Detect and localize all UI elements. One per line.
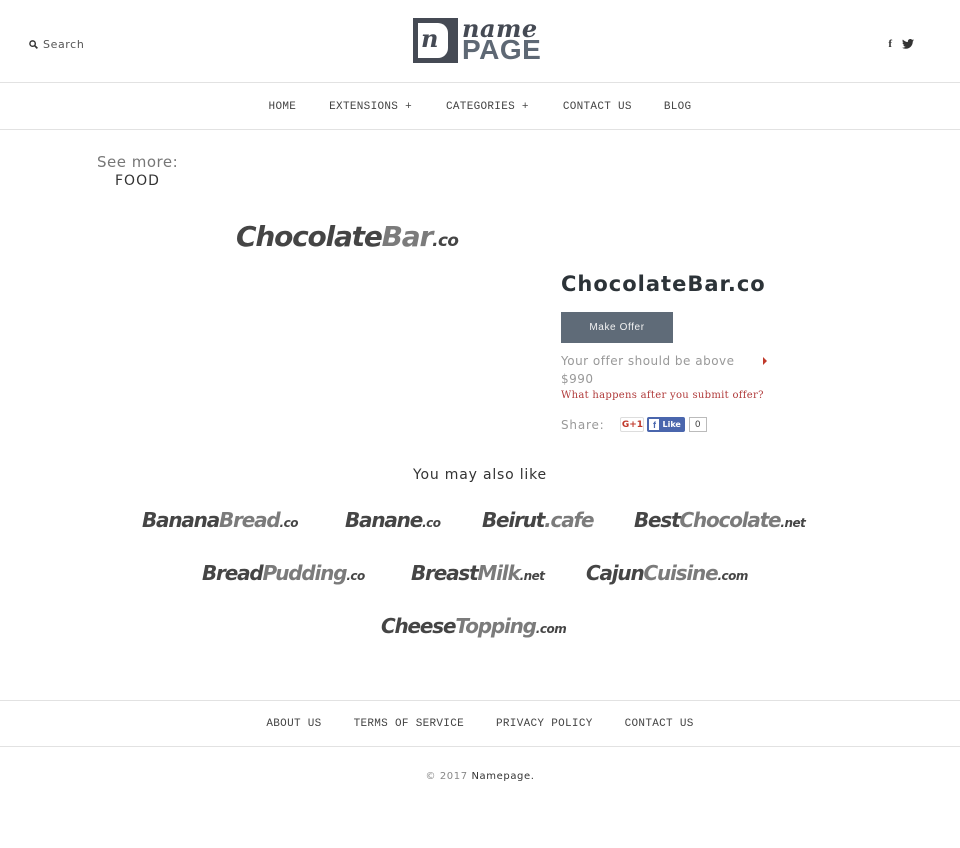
nav-categories[interactable]: CATEGORIES +: [446, 101, 529, 113]
site-logo[interactable]: n name PAGE: [413, 14, 549, 65]
suggested-domain-bestchocolate[interactable]: BestChocolate.net: [634, 508, 806, 532]
nav-home[interactable]: HOME: [269, 101, 297, 113]
caret-right-icon[interactable]: [763, 357, 767, 365]
search-button[interactable]: Search: [29, 38, 84, 51]
suggested-domain-breastmilk[interactable]: BreastMilk.net: [411, 561, 545, 585]
suggested-domain-cheesetopping[interactable]: CheeseTopping.com: [381, 614, 567, 638]
facebook-icon[interactable]: f: [888, 38, 892, 50]
share-label: Share:: [561, 417, 605, 432]
offer-info-link[interactable]: What happens after you submit offer?: [561, 390, 764, 401]
also-like-heading: You may also like: [413, 467, 547, 483]
footer-about-us[interactable]: ABOUT US: [266, 718, 321, 730]
logo-word-text: PAGE: [462, 34, 542, 65]
google-plus-button[interactable]: G+1: [620, 417, 645, 432]
main-nav: HOME EXTENSIONS + CATEGORIES + CONTACT U…: [0, 84, 960, 130]
see-more-label: See more:: [97, 153, 179, 171]
copyright: © 2017 Namepage.: [0, 771, 960, 782]
nav-blog[interactable]: BLOG: [664, 101, 692, 113]
share-bar: Share: G+1 f Like 0: [561, 417, 707, 432]
copyright-year: © 2017: [425, 771, 468, 782]
site-header: Search n name PAGE f: [0, 0, 960, 83]
domain-logo-image: ChocolateBar.co: [236, 220, 459, 253]
search-label: Search: [43, 38, 85, 51]
social-links: f: [888, 38, 914, 50]
make-offer-button[interactable]: Make Offer: [561, 312, 673, 343]
offer-minimum-note: Your offer should be above $990: [561, 352, 771, 388]
twitter-icon[interactable]: [902, 39, 914, 49]
suggested-domain-banane[interactable]: Banane.co: [345, 508, 441, 532]
search-icon: [29, 40, 38, 49]
suggested-domain-beirut[interactable]: Beirut.cafe: [482, 508, 595, 532]
category-link-food[interactable]: FOOD: [115, 173, 160, 189]
suggested-domain-bananabread[interactable]: BananaBread.co: [142, 508, 298, 532]
domain-title: ChocolateBar.co: [561, 272, 766, 296]
facebook-like-button[interactable]: f Like: [647, 417, 685, 432]
suggested-domain-cajuncuisine[interactable]: CajunCuisine.com: [586, 561, 748, 585]
logo-mark-icon: n: [413, 18, 458, 63]
footer-brand-link[interactable]: Namepage.: [471, 771, 534, 782]
suggested-domain-breadpudding[interactable]: BreadPudding.co: [202, 561, 365, 585]
footer-privacy-policy[interactable]: PRIVACY POLICY: [496, 718, 593, 730]
nav-contact-us[interactable]: CONTACT US: [563, 101, 632, 113]
nav-extensions[interactable]: EXTENSIONS +: [329, 101, 412, 113]
facebook-icon: f: [649, 419, 660, 430]
footer-terms-of-service[interactable]: TERMS OF SERVICE: [354, 718, 464, 730]
footer-contact-us[interactable]: CONTACT US: [625, 718, 694, 730]
footer-nav: ABOUT US TERMS OF SERVICE PRIVACY POLICY…: [0, 700, 960, 747]
facebook-like-count: 0: [688, 417, 707, 432]
